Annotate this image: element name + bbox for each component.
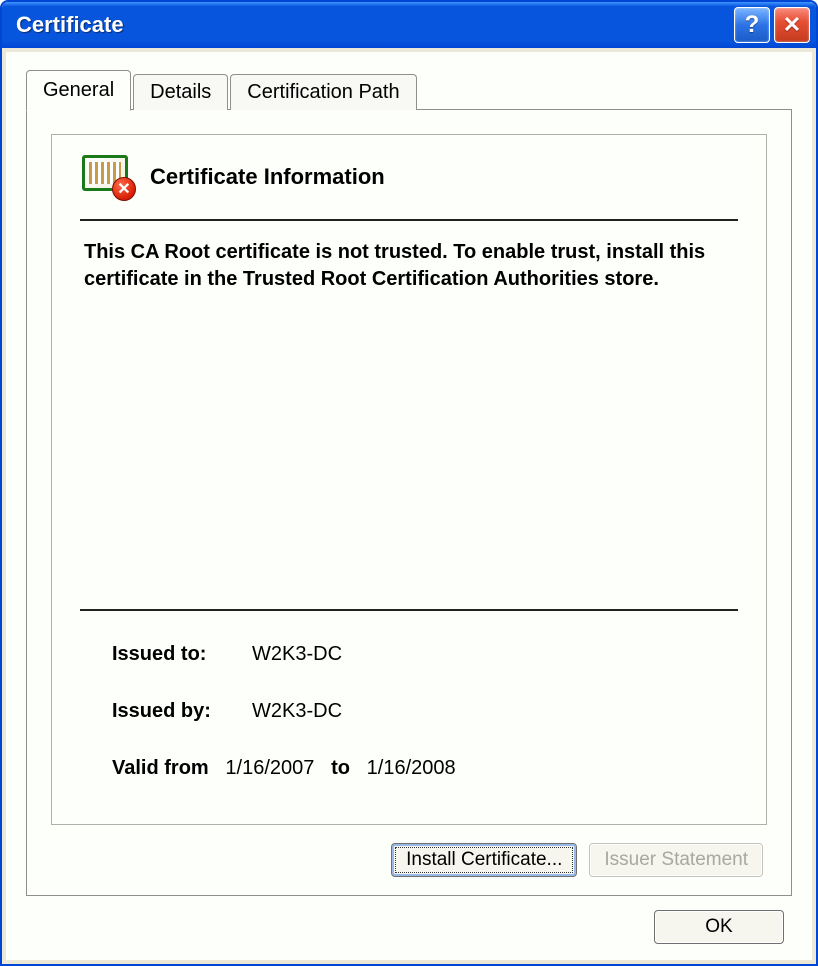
tab-general[interactable]: General [26,70,131,111]
window-title: Certificate [16,12,734,38]
issued-to-label: Issued to: [112,643,252,666]
trust-message: This CA Root certificate is not trusted.… [80,239,738,293]
tabs: General Details Certification Path [26,70,792,110]
close-icon: ✕ [783,12,801,38]
valid-from-value: 1/16/2007 [225,757,314,779]
issued-by-row: Issued by: W2K3-DC [112,700,728,723]
tab-panel-general: ✕ Certificate Information This CA Root c… [26,109,792,896]
issued-by-value: W2K3-DC [252,700,342,723]
issued-to-row: Issued to: W2K3-DC [112,643,728,666]
issued-to-value: W2K3-DC [252,643,342,666]
error-badge-icon: ✕ [112,177,136,201]
close-button[interactable]: ✕ [774,7,810,43]
panel-buttons: Install Certificate... Issuer Statement [51,843,767,877]
issued-by-label: Issued by: [112,700,252,723]
titlebar: Certificate ? ✕ [2,2,816,48]
help-icon: ? [745,11,760,39]
issuer-statement-button: Issuer Statement [589,843,763,877]
certificate-window: Certificate ? ✕ General Details Certific… [0,0,818,966]
help-button[interactable]: ? [734,7,770,43]
spacer [80,293,738,603]
tab-details[interactable]: Details [133,74,228,110]
client-area: General Details Certification Path ✕ Cer… [6,52,812,960]
validity-row: Valid from 1/16/2007 to 1/16/2008 [112,757,728,780]
certificate-panel: ✕ Certificate Information This CA Root c… [51,134,767,825]
tab-certification-path[interactable]: Certification Path [230,74,416,110]
valid-from-label: Valid from [112,757,209,779]
certificate-error-icon: ✕ [80,153,136,201]
valid-to-value: 1/16/2008 [367,757,456,779]
certificate-details: Issued to: W2K3-DC Issued by: W2K3-DC Va… [80,633,738,800]
valid-to-label: to [331,757,350,779]
install-certificate-button[interactable]: Install Certificate... [391,843,577,877]
divider [80,609,738,611]
cert-info-heading: Certificate Information [150,164,385,190]
divider [80,219,738,221]
dialog-buttons: OK [26,896,792,946]
titlebar-buttons: ? ✕ [734,7,810,43]
ok-button[interactable]: OK [654,910,784,944]
cert-header: ✕ Certificate Information [80,153,738,215]
